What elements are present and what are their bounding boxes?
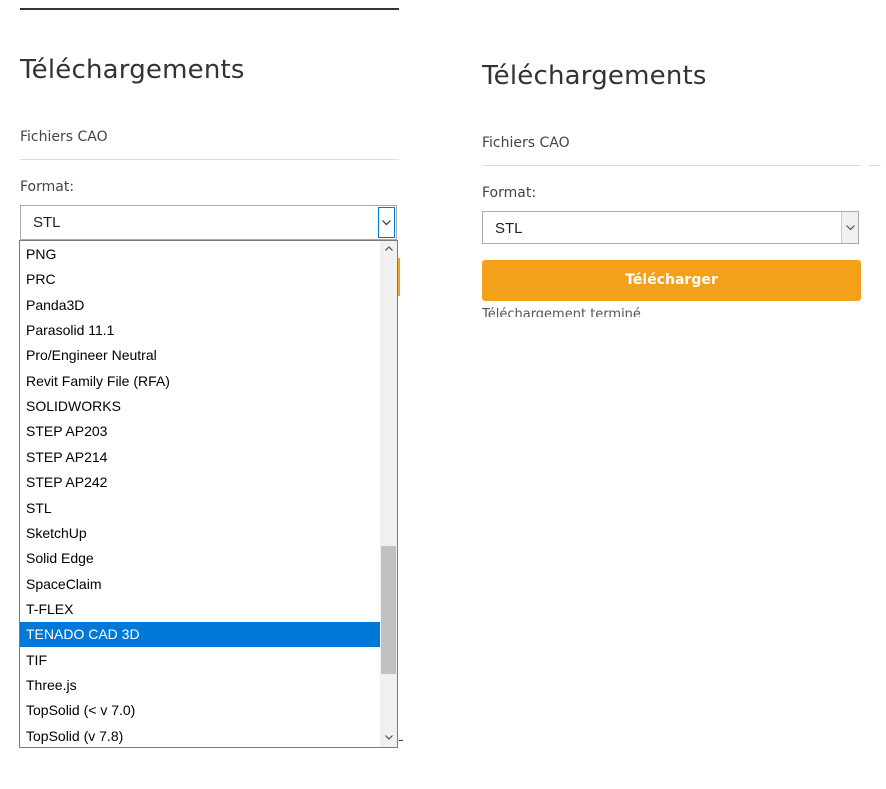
chevron-down-icon[interactable] bbox=[378, 207, 395, 238]
format-select[interactable]: STL bbox=[20, 205, 397, 240]
dropdown-option[interactable]: TIF bbox=[20, 648, 381, 673]
dash-mark bbox=[399, 740, 403, 741]
scroll-up-arrow-icon[interactable] bbox=[380, 241, 397, 258]
chevron-down-icon[interactable] bbox=[841, 212, 858, 243]
dropdown-option[interactable]: Panda3D bbox=[20, 293, 381, 318]
format-label: Format: bbox=[20, 179, 75, 195]
dropdown-option[interactable]: Three.js bbox=[20, 673, 381, 698]
section-divider bbox=[482, 165, 861, 166]
dropdown-option[interactable]: PNG bbox=[20, 242, 381, 267]
format-dropdown-list[interactable]: PNG PRC Panda3D Parasolid 11.1 Pro/Engineer … bbox=[19, 240, 398, 748]
divider-stub bbox=[869, 165, 881, 166]
top-rule bbox=[20, 8, 399, 10]
format-label: Format: bbox=[482, 185, 537, 201]
dropdown-option[interactable]: STEP AP242 bbox=[20, 470, 381, 495]
download-button[interactable]: Télécharger bbox=[482, 260, 861, 301]
section-label-cad-files: Fichiers CAO bbox=[482, 135, 570, 151]
dropdown-option[interactable]: STEP AP203 bbox=[20, 419, 381, 444]
dropdown-option[interactable]: Pro/Engineer Neutral bbox=[20, 343, 381, 368]
status-message-container: Téléchargement terminé bbox=[482, 307, 861, 317]
format-select[interactable]: STL bbox=[482, 211, 859, 244]
page-title: Téléchargements bbox=[482, 61, 707, 91]
dropdown-option[interactable]: SketchUp bbox=[20, 521, 381, 546]
dropdown-option[interactable]: SpaceClaim bbox=[20, 572, 381, 597]
dropdown-option[interactable]: PRC bbox=[20, 267, 381, 292]
dropdown-scrollbar[interactable] bbox=[380, 241, 397, 747]
dropdown-option[interactable]: STL bbox=[20, 496, 381, 521]
dropdown-option[interactable]: TopSolid (v 7.8) bbox=[20, 724, 381, 747]
section-divider bbox=[20, 159, 399, 160]
scroll-down-arrow-icon[interactable] bbox=[380, 730, 397, 747]
format-select-value: STL bbox=[33, 214, 61, 231]
dropdown-option[interactable]: SOLIDWORKS bbox=[20, 394, 381, 419]
format-select-value: STL bbox=[495, 220, 523, 237]
dropdown-option[interactable]: TENADO CAD 3D bbox=[20, 622, 381, 648]
status-message: Téléchargement terminé bbox=[482, 307, 641, 317]
scrollbar-thumb[interactable] bbox=[381, 546, 396, 674]
dropdown-option[interactable]: TopSolid (< v 7.0) bbox=[20, 698, 381, 723]
page-title: Téléchargements bbox=[20, 55, 245, 85]
dropdown-option[interactable]: Solid Edge bbox=[20, 546, 381, 571]
dropdown-option[interactable]: T-FLEX bbox=[20, 597, 381, 622]
dropdown-option[interactable]: Parasolid 11.1 bbox=[20, 318, 381, 343]
dropdown-option[interactable]: Revit Family File (RFA) bbox=[20, 369, 381, 394]
section-label-cad-files: Fichiers CAO bbox=[20, 129, 108, 145]
dropdown-option[interactable]: STEP AP214 bbox=[20, 445, 381, 470]
